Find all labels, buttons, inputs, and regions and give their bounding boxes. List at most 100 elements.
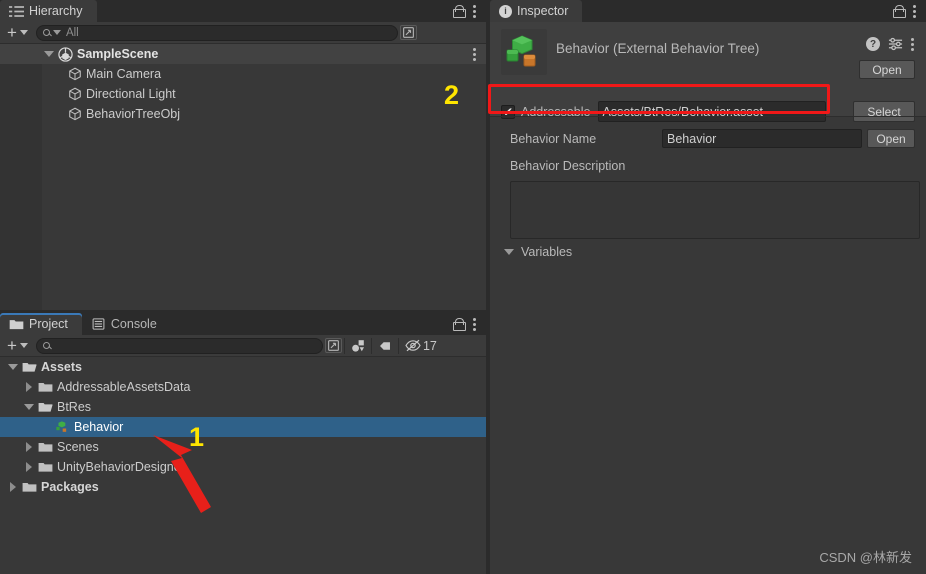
project-toolbar: + 17 (0, 335, 486, 357)
kebab-menu-icon[interactable] (473, 317, 477, 331)
tab-hierarchy[interactable]: Hierarchy (0, 0, 97, 22)
plus-icon: + (7, 23, 17, 42)
hierarchy-row-label: Main Camera (86, 67, 162, 81)
watermark-text: CSDN @林新发 (819, 550, 912, 565)
project-save-search-button[interactable] (324, 338, 342, 353)
hierarchy-row-directional-light[interactable]: Directional Light (0, 84, 486, 104)
folder-open-icon (38, 403, 53, 412)
hierarchy-panel: Hierarchy + All SampleScene Main Camera … (0, 0, 486, 310)
variables-foldout[interactable]: Variables (504, 245, 572, 259)
console-lines-icon (92, 318, 105, 330)
search-filter-chevron-icon (52, 30, 61, 35)
folder-icon (38, 443, 53, 452)
inspector-header-actions: ? (866, 37, 915, 51)
behavior-tree-asset-icon (56, 420, 67, 432)
triangle-down-icon (504, 249, 514, 255)
project-row-behavior[interactable]: Behavior (0, 417, 486, 437)
project-row-addressableassetsdata[interactable]: AddressableAssetsData (0, 377, 486, 397)
kebab-menu-icon[interactable] (913, 4, 917, 18)
project-row-assets[interactable]: Assets (0, 357, 486, 377)
tab-inspector[interactable]: i Inspector (490, 0, 583, 22)
project-hidden-count-button[interactable]: 17 (399, 337, 443, 355)
project-tree: Assets AddressableAssetsData BtRes Behav… (0, 357, 486, 574)
unity-scene-icon (58, 46, 73, 62)
lock-icon[interactable] (893, 4, 906, 18)
unity-editor-window: Hierarchy + All SampleScene Main Camera … (0, 0, 926, 574)
help-circle-icon[interactable]: ? (866, 37, 880, 51)
project-row-label: Assets (41, 360, 82, 374)
folder-icon (38, 463, 53, 472)
open-button-header[interactable]: Open (859, 60, 915, 79)
hierarchy-row-label: Directional Light (86, 87, 176, 101)
project-foldout-addressableassetsdata[interactable] (22, 382, 38, 392)
project-tabbar: Project Console (0, 313, 486, 335)
hierarchy-tab-actions (453, 0, 486, 22)
inspector-tabbar: i Inspector (490, 0, 926, 22)
gameobject-cube-icon (69, 107, 81, 121)
triangle-right-icon (26, 382, 32, 392)
preset-settings-icon[interactable] (888, 37, 903, 51)
eye-off-icon (405, 339, 421, 352)
project-row-packages[interactable]: Packages (0, 477, 486, 497)
folder-icon (38, 383, 53, 392)
addressable-row: ✔ Addressable Assets/BtRes/Behavior.asse… (490, 100, 926, 123)
project-row-unitybehaviordesigner[interactable]: UnityBehaviorDesigner (0, 457, 486, 477)
lock-icon[interactable] (453, 317, 466, 331)
hierarchy-tree: SampleScene Main Camera Directional Ligh… (0, 44, 486, 310)
behavior-name-label: Behavior Name (510, 131, 597, 146)
asset-preview-thumbnail (501, 29, 547, 75)
folder-open-icon (22, 363, 37, 372)
plus-icon: + (7, 336, 17, 355)
open-button-behavior-name[interactable]: Open (867, 129, 915, 148)
triangle-down-icon (44, 51, 54, 57)
hierarchy-row-label: BehaviorTreeObj (86, 107, 181, 121)
hierarchy-search-placeholder: All (65, 26, 79, 39)
select-button[interactable]: Select (853, 101, 915, 122)
project-row-label: Behavior (74, 420, 124, 434)
behavior-name-row: Behavior Name Behavior Open (490, 128, 926, 149)
project-filter-label-button[interactable] (372, 337, 398, 355)
project-foldout-packages[interactable] (6, 482, 22, 492)
tab-hierarchy-label: Hierarchy (29, 4, 83, 18)
project-row-btres[interactable]: BtRes (0, 397, 486, 417)
project-search-input[interactable] (35, 337, 323, 354)
inspector-tab-actions (893, 0, 926, 22)
scene-kebab-menu-icon[interactable] (473, 47, 477, 61)
project-foldout-unitybehaviordesigner[interactable] (22, 462, 38, 472)
project-filter-type-button[interactable] (345, 337, 371, 355)
save-search-icon (328, 340, 339, 351)
project-row-label: UnityBehaviorDesigner (57, 460, 185, 474)
variables-label: Variables (521, 245, 573, 259)
hierarchy-row-samplescene[interactable]: SampleScene (0, 44, 486, 64)
hierarchy-row-behaviortreeobj[interactable]: BehaviorTreeObj (0, 104, 486, 124)
header-divider (490, 116, 926, 117)
behavior-name-input[interactable]: Behavior (662, 129, 862, 148)
filter-by-type-icon (352, 339, 364, 352)
filter-by-label-icon (379, 341, 390, 350)
hierarchy-row-main-camera[interactable]: Main Camera (0, 64, 486, 84)
tab-project-label: Project (29, 317, 68, 331)
project-foldout-btres[interactable] (22, 404, 38, 410)
hierarchy-save-search-button[interactable] (399, 25, 417, 40)
behavior-description-label: Behavior Description (510, 159, 626, 173)
lock-icon[interactable] (453, 4, 466, 18)
project-row-scenes[interactable]: Scenes (0, 437, 486, 457)
project-row-label: BtRes (57, 400, 92, 414)
behavior-tree-asset-icon (506, 35, 536, 67)
kebab-menu-icon[interactable] (911, 37, 915, 51)
addressable-address-input[interactable]: Assets/BtRes/Behavior.asset (597, 101, 826, 122)
project-foldout-scenes[interactable] (22, 442, 38, 452)
hierarchy-search-input[interactable]: All (35, 24, 398, 41)
info-circle-icon: i (499, 4, 512, 18)
tab-console[interactable]: Console (82, 313, 171, 335)
tab-project[interactable]: Project (0, 313, 82, 335)
triangle-down-icon (8, 364, 18, 370)
kebab-menu-icon[interactable] (473, 4, 477, 18)
project-foldout-assets[interactable] (6, 364, 22, 370)
project-add-button[interactable]: + (0, 336, 34, 355)
folder-icon (9, 320, 24, 330)
behavior-description-textarea[interactable] (510, 181, 920, 239)
hierarchy-foldout-samplescene[interactable] (42, 51, 58, 57)
hierarchy-add-button[interactable]: + (0, 23, 34, 42)
project-row-label: AddressableAssetsData (57, 380, 191, 394)
